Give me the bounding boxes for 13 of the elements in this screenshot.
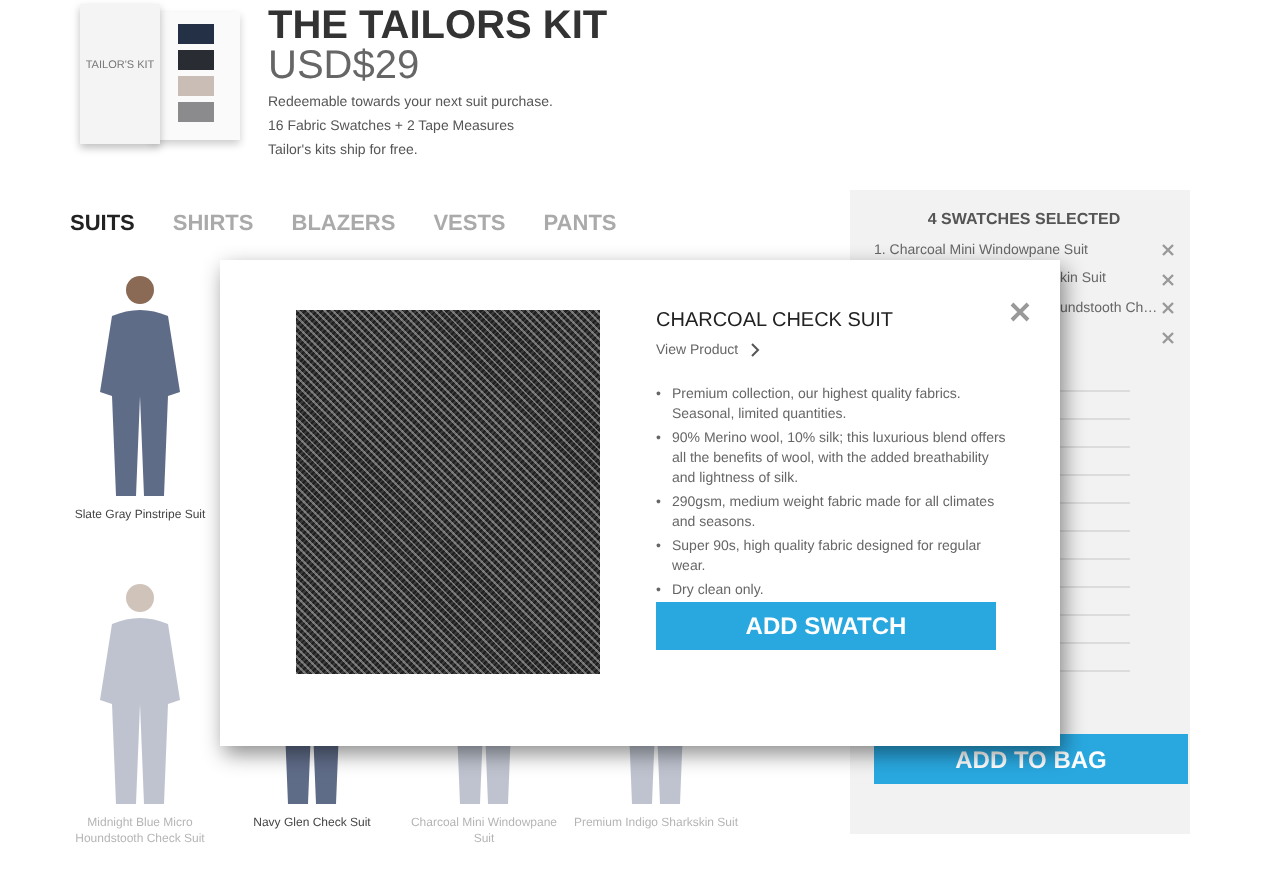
kit-price: USD$29 (268, 46, 422, 86)
remove-icon[interactable] (1162, 331, 1174, 344)
sidebar-title: 4 SWATCHES SELECTED (925, 210, 1123, 228)
add-swatch-button[interactable]: ADD SWATCH (656, 602, 996, 650)
category-tab[interactable]: SUITS (70, 212, 135, 272)
chevron-right-icon (750, 342, 761, 358)
remove-icon[interactable] (1162, 302, 1174, 315)
kit-title: THE TAILORS KIT (268, 6, 608, 46)
category-tab[interactable]: SHIRTS (172, 212, 254, 272)
modal-title: CHARCOAL CHECK SUIT (656, 310, 896, 332)
remove-icon[interactable] (1162, 244, 1174, 257)
remove-icon[interactable] (1162, 273, 1174, 286)
close-icon[interactable] (1010, 302, 1030, 322)
